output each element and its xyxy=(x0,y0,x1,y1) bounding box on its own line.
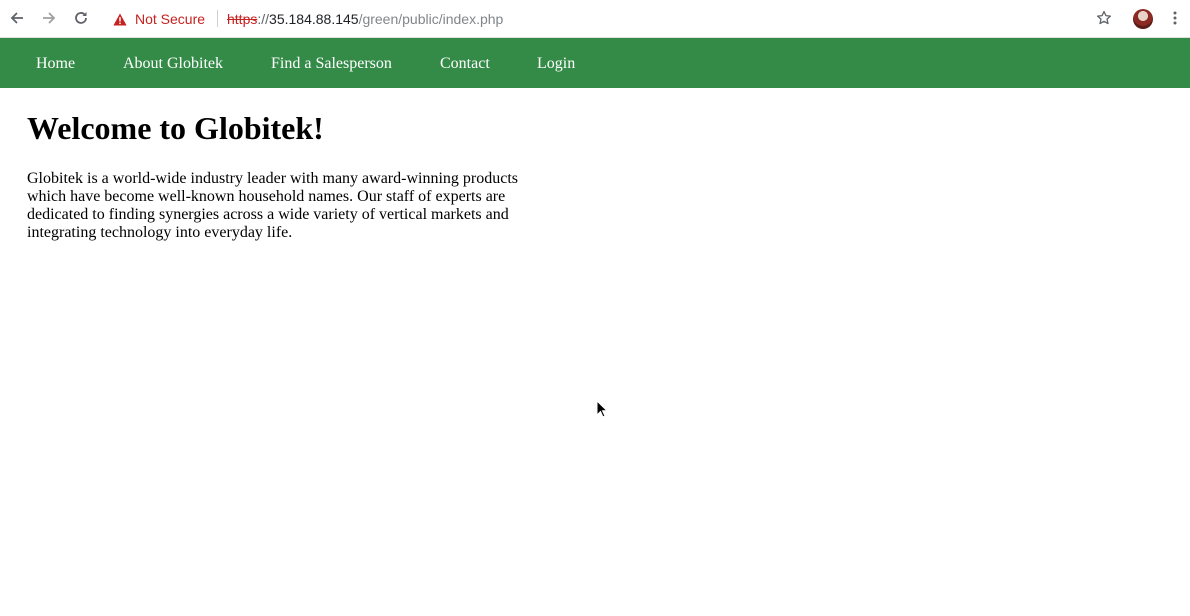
warning-triangle-icon xyxy=(113,13,127,25)
url-scheme: https xyxy=(227,11,258,27)
nav-item-home[interactable]: Home xyxy=(36,38,75,88)
browser-toolbar: Not Secure https://35.184.88.145/green/p… xyxy=(0,0,1190,38)
kebab-menu-icon xyxy=(1173,11,1177,25)
mouse-cursor-icon xyxy=(596,400,608,418)
address-bar[interactable]: https://35.184.88.145/green/public/index… xyxy=(227,10,503,28)
security-indicator[interactable]: Not Secure xyxy=(113,10,205,28)
arrow-left-icon xyxy=(10,12,23,24)
url-host: 35.184.88.145 xyxy=(269,11,359,27)
reload-icon xyxy=(75,12,87,24)
site-navbar: Home About Globitek Find a Salesperson C… xyxy=(0,38,1190,88)
reload-button[interactable] xyxy=(72,9,90,27)
star-icon xyxy=(1096,10,1112,25)
arrow-right-icon xyxy=(43,12,56,24)
main-content: Welcome to Globitek! Globitek is a world… xyxy=(27,88,527,242)
omnibox-divider xyxy=(217,10,218,27)
bookmark-button[interactable] xyxy=(1095,9,1113,27)
back-button[interactable] xyxy=(8,9,26,27)
url-path: /green/public/index.php xyxy=(358,11,504,27)
nav-item-about-globitek[interactable]: About Globitek xyxy=(123,38,223,88)
browser-menu-button[interactable] xyxy=(1166,9,1184,27)
nav-item-login[interactable]: Login xyxy=(537,38,575,88)
avatar[interactable] xyxy=(1133,9,1153,29)
nav-item-find-a-salesperson[interactable]: Find a Salesperson xyxy=(271,38,392,88)
not-secure-label: Not Secure xyxy=(135,11,206,27)
url-separator: :// xyxy=(257,11,270,27)
forward-button[interactable] xyxy=(40,9,58,27)
nav-item-contact[interactable]: Contact xyxy=(440,38,490,88)
intro-paragraph: Globitek is a world-wide industry leader… xyxy=(27,170,518,241)
page-title: Welcome to Globitek! xyxy=(27,110,324,146)
